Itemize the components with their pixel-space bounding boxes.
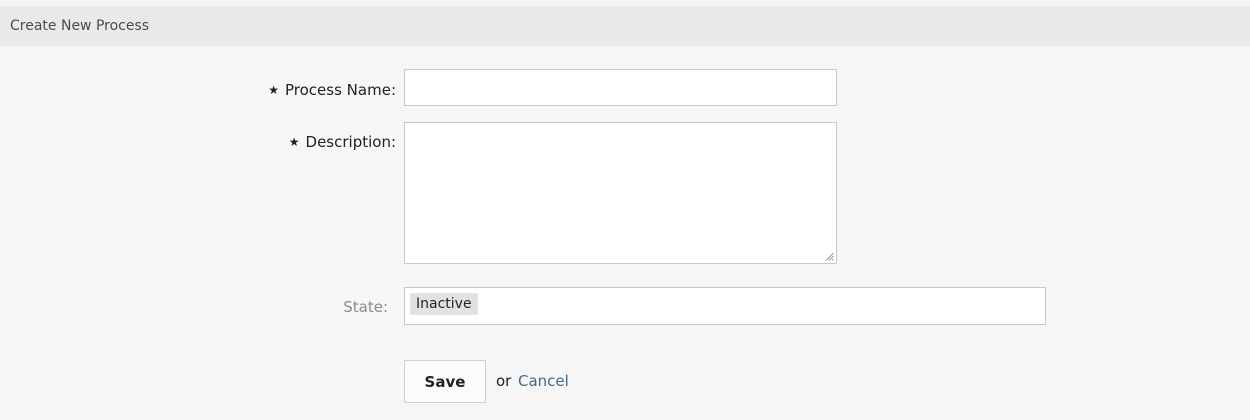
panel-title: Create New Process [10,18,150,34]
state-label: State: [343,298,388,316]
create-process-panel: Create New Process ★ Process Name: ★ Descr… [0,0,1250,420]
process-name-label-text: Process Name: [285,81,396,99]
cancel-link[interactable]: Cancel [518,371,569,391]
state-select[interactable]: Inactive [404,287,1046,325]
description-label-text: Description: [305,133,396,151]
required-star-icon: ★ [268,83,280,97]
process-name-label: ★ Process Name: [268,80,396,100]
or-text: or [496,372,512,390]
description-textarea[interactable] [404,122,837,264]
resize-grip-icon[interactable] [825,252,834,261]
description-label: ★ Description: [289,132,396,152]
panel-header: Create New Process [0,6,1250,46]
required-star-icon: ★ [288,135,300,149]
process-name-input[interactable] [404,69,837,106]
state-selected-value[interactable]: Inactive [410,293,478,315]
save-button[interactable]: Save [404,360,486,403]
